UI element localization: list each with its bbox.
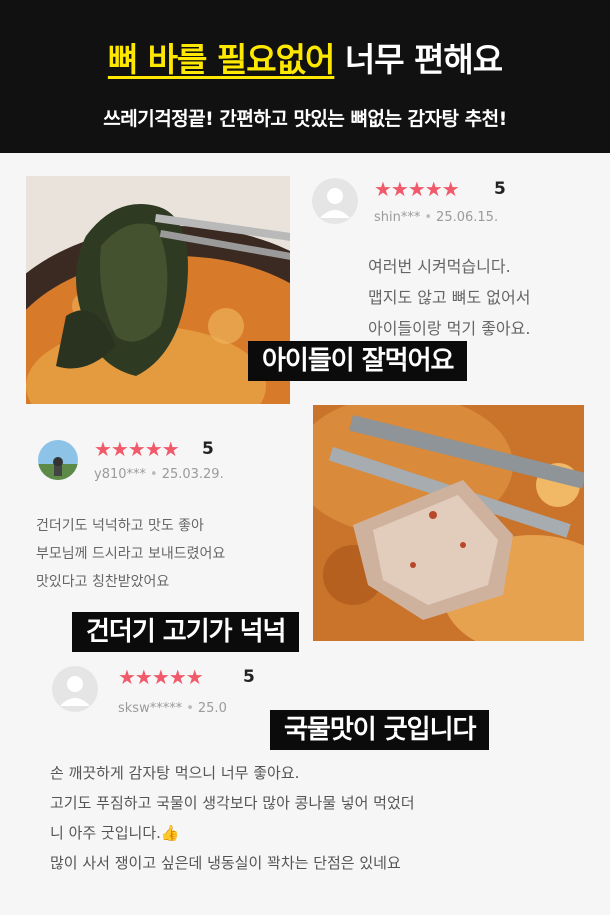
user-avatar bbox=[312, 178, 358, 224]
review-meta: shin*** • 25.06.15. bbox=[374, 209, 498, 227]
separator-dot: • bbox=[424, 210, 433, 225]
review-date: 25.03.29. bbox=[161, 467, 224, 482]
review-line: 맛있다고 칭찬받았어요 bbox=[36, 574, 170, 590]
headline-rest: 너무 편해요 bbox=[344, 40, 503, 79]
review-line: 여러번 시켜먹습니다. bbox=[368, 257, 511, 276]
review-line: 맵지도 않고 뼈도 없어서 bbox=[368, 288, 531, 307]
review-line: 아이들이랑 먹기 좋아요. bbox=[368, 319, 531, 338]
reviewer-id: shin*** bbox=[374, 210, 421, 225]
caption-generous: 건더기 고기가 넉넉 bbox=[72, 612, 300, 652]
title-banner: 뼈 바를 필요없어 너무 편해요 쓰레기걱정끝! 간편하고 맛있는 뼈없는 감자… bbox=[0, 0, 610, 153]
review-date: 25.0 bbox=[197, 701, 227, 716]
star-rating: ★★★★★ bbox=[118, 665, 204, 689]
review-meta: y810*** • 25.03.29. bbox=[94, 466, 224, 484]
review-line: 손 깨끗하게 감자탕 먹으니 너무 좋아요. bbox=[50, 764, 300, 782]
rating-score: 5 bbox=[202, 439, 214, 459]
review-text: 여러번 시켜먹습니다. 맵지도 않고 뼈도 없어서 아이들이랑 먹기 좋아요. bbox=[368, 251, 530, 344]
caption-kids: 아이들이 잘먹어요 bbox=[248, 341, 468, 381]
review-text: 손 깨끗하게 감자탕 먹으니 너무 좋아요. 고기도 푸짐하고 국물이 생각보다… bbox=[50, 758, 415, 878]
caption-broth: 국물맛이 굿입니다 bbox=[270, 710, 490, 750]
star-rating: ★★★★★ bbox=[94, 437, 180, 461]
separator-dot: • bbox=[150, 467, 158, 482]
reviewer-id: y810*** bbox=[94, 467, 147, 482]
rating-score: 5 bbox=[243, 667, 255, 687]
star-rating: ★★★★★ bbox=[374, 177, 460, 201]
reviewer-id: sksw***** bbox=[118, 701, 183, 716]
review-line: 니 아주 굿입니다.👍 bbox=[50, 824, 180, 842]
rating-score: 5 bbox=[494, 179, 506, 199]
review-line: 건더기도 넉넉하고 맛도 좋아 bbox=[36, 518, 204, 534]
headline-highlight: 뼈 바를 필요없어 bbox=[107, 40, 335, 79]
headline: 뼈 바를 필요없어 너무 편해요 bbox=[0, 38, 610, 82]
user-avatar bbox=[52, 666, 98, 712]
separator-dot: • bbox=[186, 701, 194, 716]
review-text: 건더기도 넉넉하고 맛도 좋아 부모님께 드시라고 보내드렸어요 맛있다고 칭찬… bbox=[36, 512, 225, 596]
review-line: 고기도 푸짐하고 국물이 생각보다 많아 콩나물 넣어 먹었더 bbox=[50, 794, 415, 812]
subtitle: 쓰레기걱정끝! 간편하고 맛있는 뼈없는 감자탕 추천! bbox=[103, 108, 507, 130]
review-meta: sksw***** • 25.0 bbox=[118, 700, 227, 718]
review-line: 부모님께 드시라고 보내드렸어요 bbox=[36, 546, 226, 562]
review-line: 많이 사서 쟁이고 싶은데 냉동실이 꽉차는 단점은 있네요 bbox=[50, 854, 401, 872]
review-date: 25.06.15. bbox=[436, 210, 499, 225]
user-avatar bbox=[38, 440, 78, 480]
food-photo-meat bbox=[313, 405, 584, 641]
